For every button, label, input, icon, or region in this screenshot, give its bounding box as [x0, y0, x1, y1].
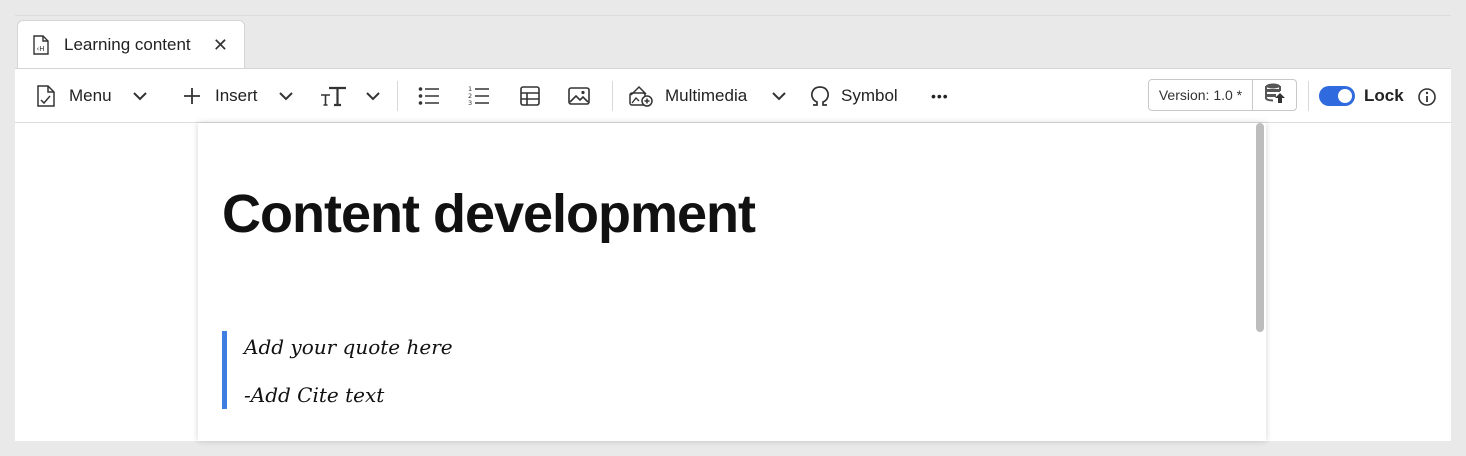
- quote-text[interactable]: Add your quote here: [244, 335, 822, 359]
- numbered-list-icon: 1 2 3: [468, 85, 490, 107]
- image-icon: [568, 87, 590, 105]
- chevron-down-icon: [365, 91, 381, 101]
- toolbar-separator: [612, 81, 613, 111]
- multimedia-dropdown[interactable]: [771, 69, 787, 123]
- toolbar-separator: [397, 81, 398, 111]
- menu-dropdown[interactable]: [132, 69, 148, 123]
- tab-learning-content[interactable]: ‹H Learning content ✕: [17, 20, 245, 69]
- insert-table-button[interactable]: [520, 69, 540, 123]
- toggle-knob: [1338, 89, 1352, 103]
- multimedia-label: Multimedia: [665, 86, 748, 105]
- insert-button[interactable]: Insert: [183, 69, 258, 123]
- chevron-down-icon: [771, 91, 787, 101]
- bulleted-list-button[interactable]: [418, 69, 440, 123]
- text-size-icon: [320, 85, 348, 107]
- database-upload-icon: [1264, 82, 1286, 109]
- vertical-scrollbar[interactable]: [1256, 123, 1264, 332]
- menu-button[interactable]: Menu: [36, 69, 112, 123]
- more-options-button[interactable]: •••: [931, 69, 949, 123]
- cite-text[interactable]: -Add Cite text: [244, 383, 822, 407]
- svg-text:‹H: ‹H: [37, 45, 45, 53]
- blockquote[interactable]: Add your quote here -Add Cite text: [222, 331, 822, 409]
- table-icon: [520, 86, 540, 106]
- bulleted-list-icon: [418, 86, 440, 106]
- insert-label: Insert: [215, 86, 258, 105]
- lock-toggle[interactable]: [1319, 86, 1355, 106]
- editor-toolbar: Menu Insert 1 2 3 Multimedia Symbol ••• …: [15, 68, 1451, 123]
- document-title[interactable]: Content development: [222, 183, 756, 245]
- document-page[interactable]: Content development Add your quote here …: [198, 123, 1266, 441]
- chevron-down-icon: [132, 91, 148, 101]
- lock-label: Lock: [1364, 86, 1404, 105]
- menu-label: Menu: [69, 86, 112, 105]
- tab-title: Learning content: [64, 35, 191, 54]
- info-icon[interactable]: [1417, 87, 1437, 112]
- menu-doc-icon: [36, 85, 56, 107]
- document-icon: ‹H: [32, 35, 50, 55]
- save-version-button[interactable]: [1253, 80, 1296, 110]
- version-control: Version: 1.0 *: [1148, 79, 1297, 111]
- multimedia-icon: [629, 85, 653, 107]
- more-icon: •••: [931, 88, 949, 104]
- numbered-list-button[interactable]: 1 2 3: [468, 69, 490, 123]
- insert-image-button[interactable]: [568, 69, 590, 123]
- text-format-dropdown[interactable]: [365, 69, 381, 123]
- plus-icon: [183, 87, 201, 105]
- svg-text:3: 3: [468, 99, 472, 107]
- top-divider: [15, 15, 1451, 16]
- symbol-label: Symbol: [841, 86, 898, 105]
- omega-icon: [809, 85, 831, 107]
- close-tab-icon[interactable]: ✕: [213, 35, 228, 55]
- text-format-button[interactable]: [320, 69, 348, 123]
- toolbar-separator: [1308, 81, 1309, 111]
- multimedia-button[interactable]: Multimedia: [629, 69, 747, 123]
- version-label[interactable]: Version: 1.0 *: [1149, 80, 1253, 110]
- symbol-button[interactable]: Symbol: [809, 69, 898, 123]
- insert-dropdown[interactable]: [278, 69, 294, 123]
- chevron-down-icon: [278, 91, 294, 101]
